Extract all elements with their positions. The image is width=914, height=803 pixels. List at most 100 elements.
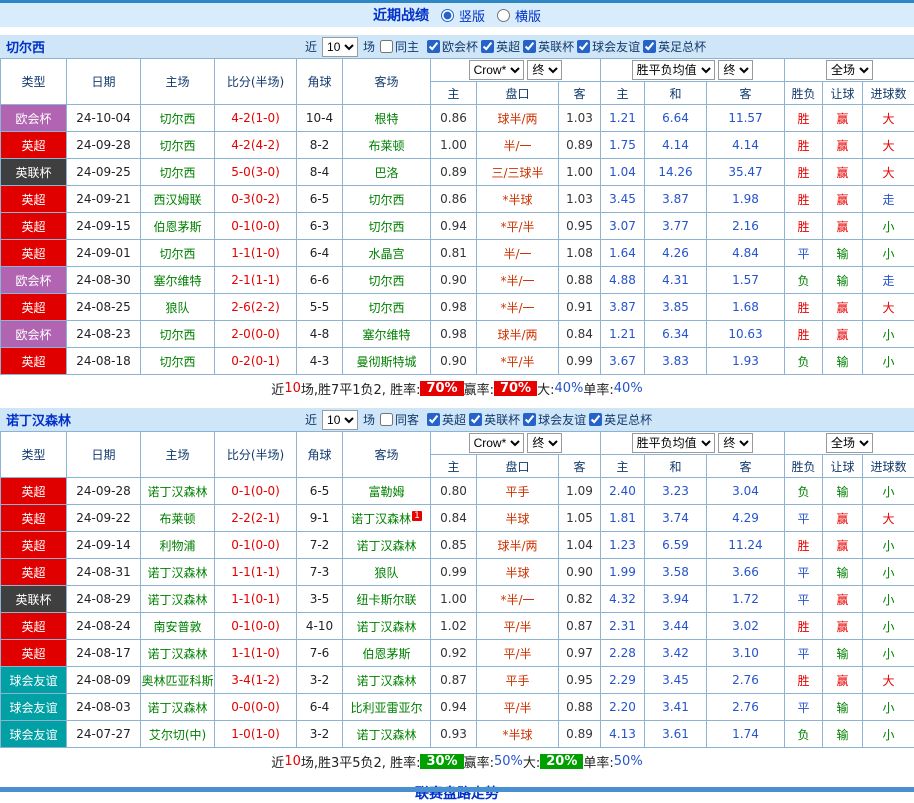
match-row: 英超24-08-24南安普敦0-1(0-0)4-10诺丁汉森林1.02平/半0.… bbox=[1, 613, 914, 640]
league-filter-checkbox-input[interactable] bbox=[589, 413, 602, 426]
same-venue-checkbox-input[interactable] bbox=[380, 40, 393, 53]
odds-time-select[interactable]: 终 bbox=[527, 60, 562, 80]
matches-table: 类型 日期 主场 比分(半场) 角球 客场 Crow* 终 胜平负均值 终 bbox=[0, 431, 914, 748]
corners: 7-3 bbox=[297, 559, 343, 586]
same-venue-checkbox[interactable]: 同客 bbox=[380, 411, 419, 428]
match-row: 球会友谊24-07-27艾尔切(中)1-0(1-0)3-2诺丁汉森林0.93*半… bbox=[1, 721, 914, 748]
league-filter-label: 英超 bbox=[442, 411, 466, 428]
avg-home-odds: 1.99 bbox=[601, 559, 645, 586]
league-filter-checkbox[interactable]: 英联杯 bbox=[469, 411, 520, 428]
league-filter-checkbox-input[interactable] bbox=[469, 413, 482, 426]
league-filter-checkbox-input[interactable] bbox=[523, 40, 536, 53]
sub-header: 和 bbox=[645, 455, 707, 478]
layout-vertical-radio-input[interactable] bbox=[441, 9, 454, 22]
avg-type-select[interactable]: 胜平负均值 bbox=[632, 433, 715, 453]
match-type-badge: 英超 bbox=[1, 213, 67, 240]
avg-draw-odds: 3.44 bbox=[645, 613, 707, 640]
handicap-result: 输 bbox=[823, 559, 863, 586]
match-result: 胜 bbox=[785, 105, 823, 132]
avg-home-odds: 3.45 bbox=[601, 186, 645, 213]
avg-type-select[interactable]: 胜平负均值 bbox=[632, 60, 715, 80]
league-filter-checkbox[interactable]: 球会友谊 bbox=[523, 411, 586, 428]
home-team: 南安普敦 bbox=[141, 613, 215, 640]
league-filter-label: 球会友谊 bbox=[538, 411, 586, 428]
match-result: 负 bbox=[785, 348, 823, 375]
filter-bar: 近 10 场 同主 欧会杯英超英联杯球会友谊英足总杯 bbox=[305, 37, 709, 57]
corners: 5-5 bbox=[297, 294, 343, 321]
league-filter-label: 英足总杯 bbox=[604, 411, 652, 428]
match-row: 球会友谊24-08-09奥林匹亚科斯3-4(1-2)3-2诺丁汉森林0.87平手… bbox=[1, 667, 914, 694]
league-filter-checkbox-input[interactable] bbox=[523, 413, 536, 426]
avg-draw-odds: 3.58 bbox=[645, 559, 707, 586]
away-team: 诺丁汉森林 bbox=[343, 613, 431, 640]
same-venue-checkbox[interactable]: 同主 bbox=[380, 38, 419, 55]
league-filter-checkbox[interactable]: 欧会杯 bbox=[427, 38, 478, 55]
handicap-line: *半球 bbox=[477, 721, 559, 748]
avg-away-odds: 3.66 bbox=[707, 559, 785, 586]
layout-vertical-radio[interactable]: 竖版 bbox=[441, 6, 485, 25]
avg-draw-odds: 3.77 bbox=[645, 213, 707, 240]
avg-draw-odds: 3.74 bbox=[645, 505, 707, 532]
match-count-select[interactable]: 10 bbox=[322, 37, 358, 57]
league-filter-checkbox-input[interactable] bbox=[427, 413, 440, 426]
odds-source-select[interactable]: Crow* bbox=[469, 433, 524, 453]
home-team: 利物浦 bbox=[141, 532, 215, 559]
match-result: 胜 bbox=[785, 613, 823, 640]
match-count-select[interactable]: 10 bbox=[322, 410, 358, 430]
league-filter-checkbox[interactable]: 英联杯 bbox=[523, 38, 574, 55]
handicap-line: *半球 bbox=[477, 186, 559, 213]
layout-horizontal-radio[interactable]: 横版 bbox=[497, 6, 541, 25]
avg-time-select[interactable]: 终 bbox=[718, 433, 753, 453]
home-team: 西汉姆联 bbox=[141, 186, 215, 213]
avg-draw-odds: 6.34 bbox=[645, 321, 707, 348]
home-team: 切尔西 bbox=[141, 321, 215, 348]
red-card-count: 1 bbox=[412, 511, 422, 521]
avg-away-odds: 3.10 bbox=[707, 640, 785, 667]
handicap-line: 球半/两 bbox=[477, 105, 559, 132]
league-filter-checkbox[interactable]: 英超 bbox=[427, 411, 466, 428]
summary-text: 近 bbox=[271, 379, 284, 398]
score-halftime: 0-2(0-1) bbox=[215, 348, 297, 375]
avg-away-odds: 1.74 bbox=[707, 721, 785, 748]
scope-select[interactable]: 全场 bbox=[826, 60, 873, 80]
league-filter-checkbox-input[interactable] bbox=[481, 40, 494, 53]
goals-result: 小 bbox=[863, 240, 914, 267]
corners: 6-6 bbox=[297, 267, 343, 294]
league-filter-checkbox[interactable]: 英足总杯 bbox=[589, 411, 652, 428]
layout-horizontal-radio-input[interactable] bbox=[497, 9, 510, 22]
odds-time-select[interactable]: 终 bbox=[527, 433, 562, 453]
scope-select[interactable]: 全场 bbox=[826, 433, 873, 453]
league-filter-checkbox[interactable]: 英超 bbox=[481, 38, 520, 55]
bottom-strip bbox=[0, 787, 914, 792]
goals-result: 走 bbox=[863, 267, 914, 294]
games-label: 场 bbox=[363, 411, 375, 428]
handicap-line: 平/半 bbox=[477, 694, 559, 721]
sub-header: 主 bbox=[431, 82, 477, 105]
corners: 4-10 bbox=[297, 613, 343, 640]
league-filter-label: 球会友谊 bbox=[592, 38, 640, 55]
same-venue-label: 同客 bbox=[395, 411, 419, 428]
odds-home: 0.89 bbox=[431, 159, 477, 186]
corners: 4-8 bbox=[297, 321, 343, 348]
avg-draw-odds: 3.61 bbox=[645, 721, 707, 748]
same-venue-checkbox-input[interactable] bbox=[380, 413, 393, 426]
handicap-result: 输 bbox=[823, 348, 863, 375]
sub-header: 和 bbox=[645, 82, 707, 105]
odds-source-select[interactable]: Crow* bbox=[469, 60, 524, 80]
match-type-badge: 英超 bbox=[1, 532, 67, 559]
league-filter-checkbox[interactable]: 英足总杯 bbox=[643, 38, 706, 55]
handicap-line: 平手 bbox=[477, 478, 559, 505]
avg-time-select[interactable]: 终 bbox=[718, 60, 753, 80]
match-type-badge: 英超 bbox=[1, 505, 67, 532]
odds-away: 0.89 bbox=[559, 132, 601, 159]
league-filter-checkbox-input[interactable] bbox=[427, 40, 440, 53]
match-result: 胜 bbox=[785, 159, 823, 186]
avg-home-odds: 2.29 bbox=[601, 667, 645, 694]
home-team: 切尔西 bbox=[141, 348, 215, 375]
odds-home: 0.94 bbox=[431, 694, 477, 721]
avg-draw-odds: 6.59 bbox=[645, 532, 707, 559]
handicap-line: 三/三球半 bbox=[477, 159, 559, 186]
league-filter-checkbox-input[interactable] bbox=[577, 40, 590, 53]
league-filter-checkbox[interactable]: 球会友谊 bbox=[577, 38, 640, 55]
league-filter-checkbox-input[interactable] bbox=[643, 40, 656, 53]
